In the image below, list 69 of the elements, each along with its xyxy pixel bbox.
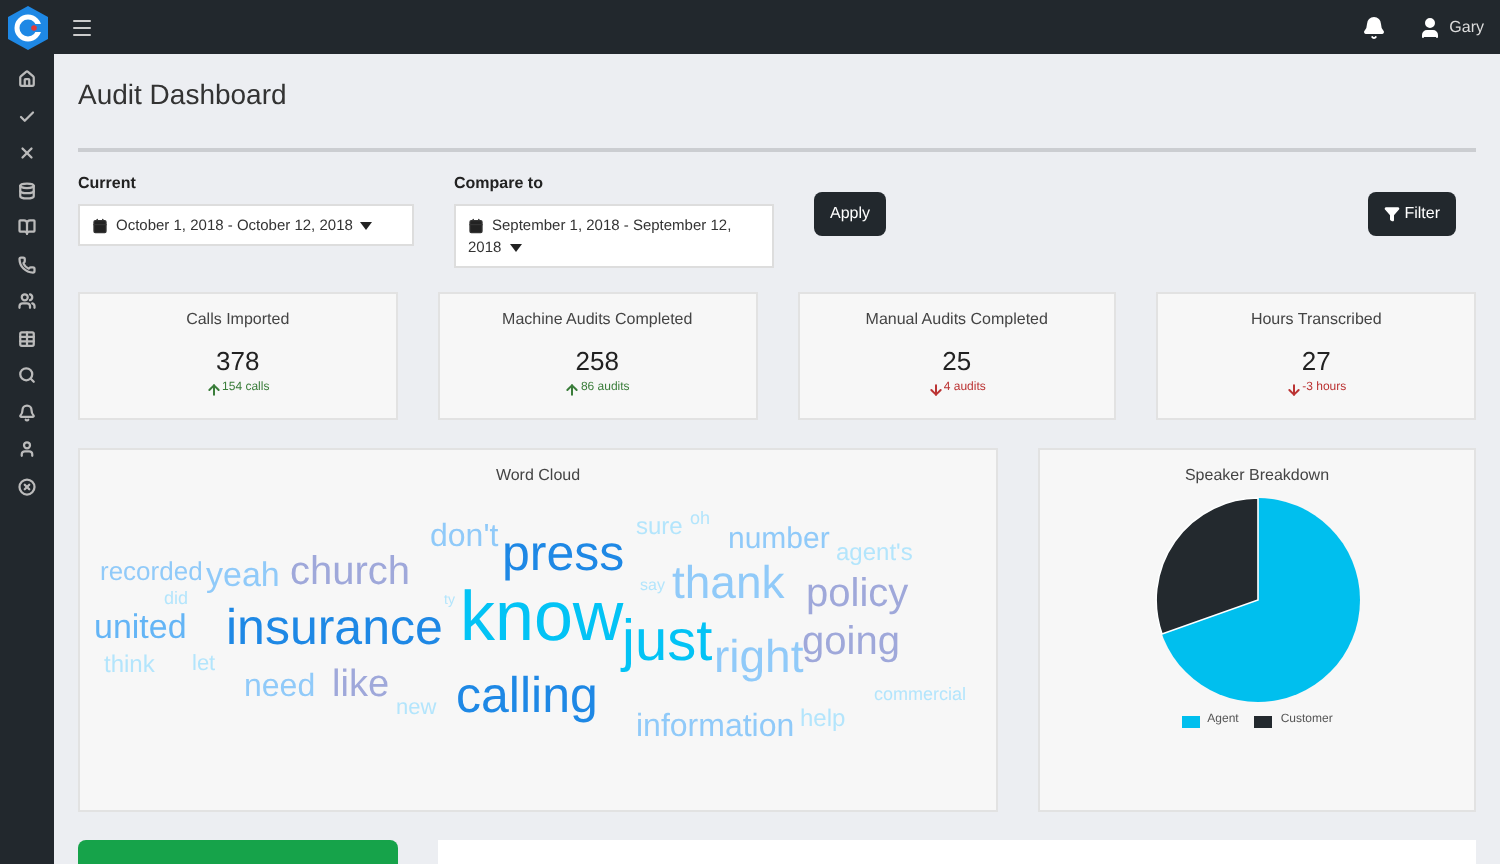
stat-title: Machine Audits Completed bbox=[502, 308, 693, 332]
bell-icon[interactable] bbox=[18, 403, 36, 421]
cloud-word: think bbox=[104, 652, 155, 676]
cloud-word: say bbox=[640, 578, 665, 594]
stat-value: 25 bbox=[942, 348, 972, 374]
users-icon[interactable] bbox=[18, 292, 36, 310]
hexagon-logo[interactable] bbox=[5, 3, 49, 51]
cloud-word: sure bbox=[636, 514, 683, 538]
user-menu[interactable]: Gary bbox=[1417, 15, 1484, 39]
cloud-word: need bbox=[244, 672, 316, 704]
cloud-word: help bbox=[800, 706, 846, 730]
arrow-down-icon bbox=[927, 381, 944, 397]
filter-icon bbox=[1384, 205, 1401, 221]
cloud-word: commercial bbox=[874, 686, 967, 704]
cloud-word: right bbox=[714, 634, 804, 680]
panel-title: Speaker Breakdown bbox=[1184, 464, 1330, 488]
filter-button[interactable]: Filter bbox=[1368, 191, 1456, 235]
cloud-word: new bbox=[396, 698, 437, 720]
circle-x-icon[interactable] bbox=[18, 477, 36, 495]
cloud-word: information bbox=[636, 712, 795, 744]
bell-icon[interactable] bbox=[1361, 15, 1386, 39]
arrow-down-icon bbox=[1286, 381, 1303, 397]
calendar-icon bbox=[468, 217, 484, 234]
menu-icon[interactable] bbox=[70, 15, 94, 39]
arrow-up-icon bbox=[564, 381, 581, 397]
cloud-word: calling bbox=[456, 672, 598, 722]
cloud-word: yeah bbox=[206, 558, 280, 592]
user-icon bbox=[1417, 15, 1442, 39]
cloud-word: church bbox=[290, 552, 411, 592]
stat-title: Hours Transcribed bbox=[1250, 308, 1382, 332]
home-icon[interactable] bbox=[18, 70, 36, 88]
cloud-word: united bbox=[94, 610, 187, 644]
stat-value: 258 bbox=[575, 348, 619, 374]
stat-value: 27 bbox=[1301, 348, 1331, 374]
close-icon[interactable] bbox=[18, 144, 36, 162]
calendar-icon bbox=[92, 217, 108, 234]
table-icon[interactable] bbox=[18, 329, 36, 347]
cloud-word: oh bbox=[690, 510, 711, 528]
database-icon[interactable] bbox=[18, 181, 36, 199]
cloud-word: don't bbox=[430, 522, 499, 554]
user-icon[interactable] bbox=[18, 440, 36, 458]
book-icon[interactable] bbox=[18, 218, 36, 236]
apply-button[interactable]: Apply bbox=[814, 191, 887, 235]
field-label: Current bbox=[78, 171, 138, 195]
panel-title: Word Cloud bbox=[495, 464, 581, 488]
search-icon[interactable] bbox=[18, 366, 36, 384]
cloud-word: recorded bbox=[100, 558, 203, 584]
arrow-up-icon bbox=[206, 381, 223, 397]
caret-icon bbox=[509, 243, 522, 252]
check-icon[interactable] bbox=[18, 107, 36, 125]
phone-icon[interactable] bbox=[18, 255, 36, 273]
cloud-word: agent's bbox=[836, 540, 913, 564]
page-title: Audit Dashboard bbox=[78, 80, 289, 108]
stat-value: 378 bbox=[216, 348, 260, 374]
stat-title: Calls Imported bbox=[186, 308, 290, 332]
stat-title: Manual Audits Completed bbox=[865, 308, 1048, 332]
cloud-word: thank bbox=[672, 560, 785, 606]
cloud-word: press bbox=[502, 530, 625, 580]
cloud-word: policy bbox=[806, 574, 909, 614]
caret-icon bbox=[360, 221, 373, 230]
cloud-word: know bbox=[460, 582, 624, 652]
cloud-word: just bbox=[622, 614, 713, 672]
cloud-word: like bbox=[332, 666, 390, 704]
cloud-word: number bbox=[728, 524, 830, 554]
field-label: Compare to bbox=[454, 171, 545, 195]
cloud-word: did bbox=[164, 590, 189, 608]
cloud-word: going bbox=[802, 622, 900, 662]
cloud-word: let bbox=[192, 654, 216, 676]
cloud-word: insurance bbox=[226, 604, 443, 654]
